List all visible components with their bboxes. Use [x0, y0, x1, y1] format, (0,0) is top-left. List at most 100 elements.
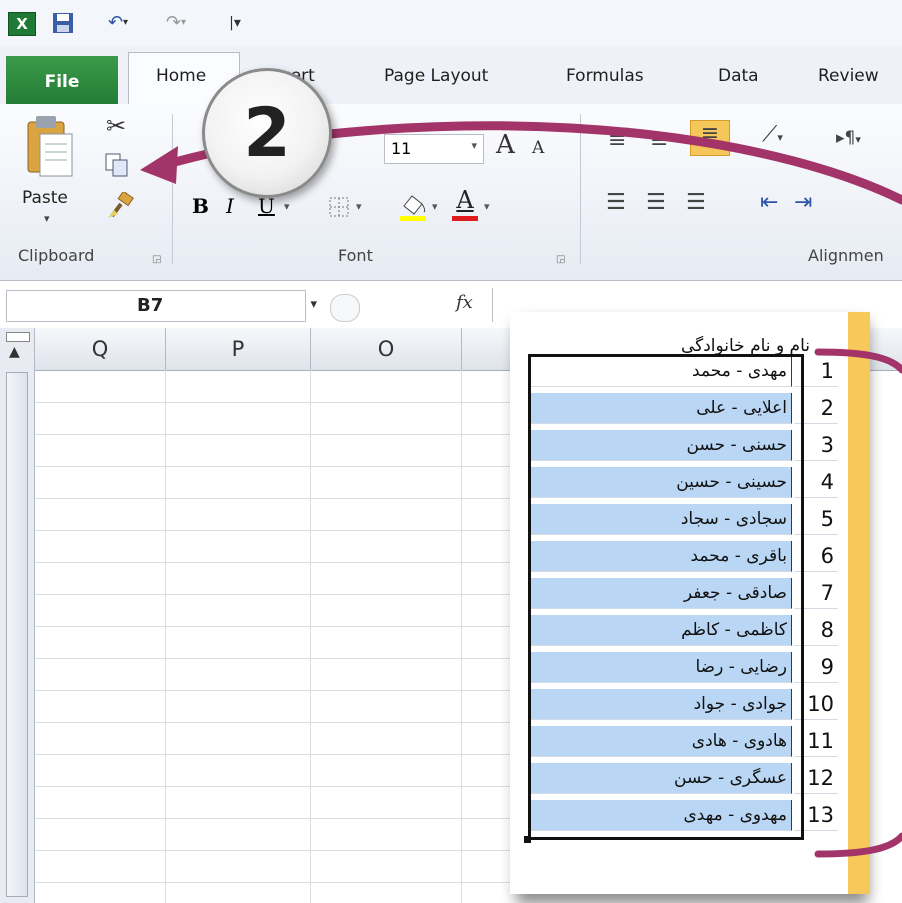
name-cell[interactable]: حسنی - حسن [530, 430, 792, 461]
vertical-scrollbar[interactable]: ▲ [0, 328, 35, 903]
fill-color-icon[interactable] [398, 190, 428, 222]
quick-access-toolbar: X ↶ ▾ ↷ ▾ |▾ [0, 0, 902, 46]
fill-handle[interactable] [524, 836, 531, 843]
orientation-icon[interactable]: ⟋▾ [762, 122, 783, 147]
align-middle-icon[interactable]: ≡ [650, 128, 668, 153]
format-painter-icon[interactable] [106, 190, 136, 224]
row-number-cell[interactable]: 13 [794, 800, 838, 831]
column-header-q[interactable]: Q [35, 328, 166, 370]
scroll-up-icon[interactable]: ▲ [9, 344, 20, 360]
row-number-cell[interactable]: 5 [794, 504, 838, 535]
name-cell[interactable]: هادوی - هادی [530, 726, 792, 757]
divider [580, 114, 581, 264]
ribbon-tabs: File Home Insert Page Layout Formulas Da… [0, 46, 902, 108]
row-number-cell[interactable]: 7 [794, 578, 838, 609]
name-box[interactable]: B7 ▾ [6, 290, 317, 322]
paste-icon[interactable] [24, 114, 76, 180]
font-size-value: 11 [391, 139, 412, 158]
row-number-cell[interactable]: 11 [794, 726, 838, 757]
cut-icon[interactable]: ✂ [106, 112, 126, 140]
row-number-cell[interactable]: 12 [794, 763, 838, 794]
font-color-letter: A [456, 186, 474, 214]
gridline [165, 370, 166, 903]
gridline [35, 434, 555, 435]
name-cell[interactable]: صادقی - جعفر [530, 578, 792, 609]
paste-dropdown-icon[interactable]: ▾ [44, 212, 50, 225]
name-cell[interactable]: باقری - محمد [530, 541, 792, 572]
paste-button[interactable]: Paste [22, 188, 68, 208]
underline-dropdown-icon[interactable]: ▾ [284, 200, 290, 213]
step-number-callout: 2 [202, 68, 332, 198]
row-number-cell[interactable]: 9 [794, 652, 838, 683]
undo-icon[interactable]: ↶ ▾ [100, 12, 136, 34]
gridline [35, 626, 555, 627]
insert-function-label: fx [456, 292, 473, 313]
save-icon[interactable] [50, 12, 76, 34]
increase-indent-icon[interactable]: ⇥ [794, 190, 812, 215]
tab-data[interactable]: Data [718, 66, 759, 86]
name-cell[interactable]: اعلایی - علی [530, 393, 792, 424]
redo-icon[interactable]: ↷ ▾ [158, 12, 194, 34]
shrink-font-icon[interactable]: A [532, 138, 544, 158]
excel-icon: X [8, 12, 36, 36]
font-launcher-icon[interactable]: ◲ [556, 254, 565, 265]
name-cell[interactable]: کاظمی - کاظم [530, 615, 792, 646]
name-list-sheet: نام و نام خانوادگی مهدی - محمد 1 اعلایی - … [510, 312, 870, 894]
gridline [35, 466, 555, 467]
clipboard-group-label: Clipboard [18, 246, 95, 265]
tab-review[interactable]: Review [818, 66, 879, 86]
gridline [35, 690, 555, 691]
name-cell[interactable]: جوادی - جواد [530, 689, 792, 720]
gridline [35, 498, 555, 499]
text-direction-icon[interactable]: ▸¶▾ [836, 128, 861, 148]
tab-home-label: Home [156, 66, 207, 86]
row-number-cell[interactable]: 2 [794, 393, 838, 424]
bold-button[interactable]: B [192, 194, 209, 218]
row-number-cell[interactable]: 1 [794, 356, 838, 387]
tab-page-layout[interactable]: Page Layout [384, 66, 488, 86]
name-cell[interactable]: مهدی - محمد [530, 356, 792, 387]
grow-font-icon[interactable]: A [496, 130, 515, 160]
tab-formulas[interactable]: Formulas [566, 66, 644, 86]
gridline [35, 658, 555, 659]
tab-file[interactable]: File [6, 56, 118, 108]
column-header-p[interactable]: P [166, 328, 311, 370]
row-number-cell[interactable]: 8 [794, 615, 838, 646]
borders-icon[interactable] [328, 196, 350, 222]
row-number-cell[interactable]: 4 [794, 467, 838, 498]
list-row: حسینی - حسین 4 [530, 467, 864, 499]
align-center-icon[interactable]: ☰ [646, 190, 666, 215]
list-row: سجادی - سجاد 5 [530, 504, 864, 536]
row-number-cell[interactable]: 6 [794, 541, 838, 572]
name-cell[interactable]: سجادی - سجاد [530, 504, 792, 535]
gridline [35, 754, 555, 755]
font-color-dropdown-icon[interactable]: ▾ [484, 200, 490, 213]
clipboard-launcher-icon[interactable]: ◲ [152, 254, 161, 265]
split-box-icon[interactable] [6, 332, 30, 342]
row-number-cell[interactable]: 10 [794, 689, 838, 720]
scroll-thumb[interactable] [6, 372, 28, 897]
name-box-value: B7 [137, 295, 164, 316]
copy-icon[interactable] [104, 152, 132, 182]
customize-icon[interactable]: |▾ [222, 12, 248, 34]
name-box-dropdown-icon[interactable]: ▾ [310, 297, 317, 312]
list-row: جوادی - جواد 10 [530, 689, 864, 721]
row-number-cell[interactable]: 3 [794, 430, 838, 461]
column-header-o[interactable]: O [311, 328, 462, 370]
name-cell[interactable]: عسگری - حسن [530, 763, 792, 794]
borders-dropdown-icon[interactable]: ▾ [356, 200, 362, 213]
name-cell[interactable]: مهدوی - مهدی [530, 800, 792, 831]
fill-color-dropdown-icon[interactable]: ▾ [432, 200, 438, 213]
align-right-icon[interactable]: ☰ [686, 190, 706, 215]
font-size-box[interactable]: 11 ▾ [384, 134, 484, 164]
align-bottom-icon[interactable]: ≡ [690, 120, 730, 156]
align-top-icon[interactable]: ≡ [608, 128, 626, 153]
italic-button[interactable]: I [226, 194, 234, 218]
align-left-icon[interactable]: ☰ [606, 190, 626, 215]
insert-function-icon[interactable]: fx [456, 292, 473, 313]
formula-bar-resize-handle[interactable] [330, 294, 360, 322]
font-color-icon[interactable]: A [450, 186, 480, 222]
name-cell[interactable]: رضایی - رضا [530, 652, 792, 683]
name-cell[interactable]: حسینی - حسین [530, 467, 792, 498]
decrease-indent-icon[interactable]: ⇤ [760, 190, 778, 215]
